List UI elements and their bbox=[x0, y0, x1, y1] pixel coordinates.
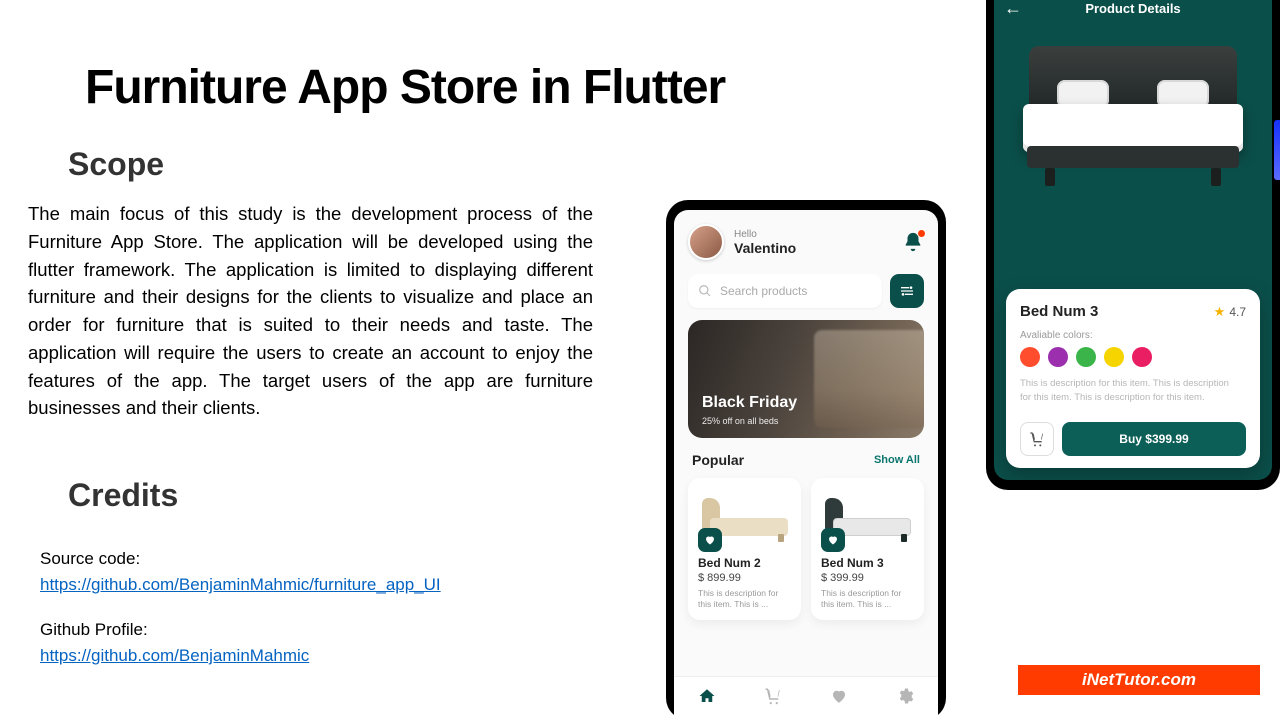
phone-mock-details: ← Product Details Bed Num 3 ★ 4.7 Avalia… bbox=[986, 0, 1280, 490]
filter-icon bbox=[899, 283, 915, 299]
rating-value: 4.7 bbox=[1229, 305, 1246, 319]
cart-icon bbox=[1029, 431, 1045, 447]
avatar[interactable] bbox=[688, 224, 724, 260]
scope-body: The main focus of this study is the deve… bbox=[28, 200, 593, 422]
edge-accent bbox=[1274, 120, 1280, 180]
github-profile-link[interactable]: https://github.com/BenjaminMahmic bbox=[40, 646, 309, 665]
details-sheet: Bed Num 3 ★ 4.7 Avaliable colors: This i… bbox=[1006, 289, 1260, 468]
color-swatch[interactable] bbox=[1132, 347, 1152, 367]
page-title: Furniture App Store in Flutter bbox=[85, 60, 725, 115]
star-icon: ★ bbox=[1214, 304, 1226, 320]
card-name: Bed Num 3 bbox=[821, 556, 914, 570]
nav-cart-icon[interactable] bbox=[764, 687, 782, 710]
color-swatch[interactable] bbox=[1020, 347, 1040, 367]
search-placeholder: Search products bbox=[720, 284, 807, 298]
product-name: Bed Num 3 bbox=[1020, 303, 1098, 320]
product-card[interactable]: Bed Num 2 $ 899.99 This is description f… bbox=[688, 478, 801, 620]
scope-heading: Scope bbox=[68, 146, 164, 183]
heart-icon bbox=[827, 534, 839, 546]
color-swatch[interactable] bbox=[1048, 347, 1068, 367]
color-swatch[interactable] bbox=[1104, 347, 1124, 367]
details-header: Product Details bbox=[1085, 1, 1180, 16]
banner-title: Black Friday bbox=[702, 394, 797, 412]
card-name: Bed Num 2 bbox=[698, 556, 791, 570]
nav-settings-icon[interactable] bbox=[896, 687, 914, 710]
search-icon bbox=[698, 284, 712, 298]
card-desc: This is description for this item. This … bbox=[698, 588, 791, 610]
favorite-button[interactable] bbox=[698, 528, 722, 552]
github-profile-label: Github Profile: bbox=[40, 620, 148, 639]
banner-subtitle: 25% off on all beds bbox=[702, 416, 778, 426]
greeting-name: Valentino bbox=[734, 240, 902, 256]
greeting-small: Hello bbox=[734, 229, 902, 240]
card-price: $ 399.99 bbox=[821, 572, 914, 584]
product-card[interactable]: Bed Num 3 $ 399.99 This is description f… bbox=[811, 478, 924, 620]
card-desc: This is description for this item. This … bbox=[821, 588, 914, 610]
promo-banner[interactable]: Black Friday 25% off on all beds bbox=[688, 320, 924, 438]
color-swatch[interactable] bbox=[1076, 347, 1096, 367]
buy-button[interactable]: Buy $399.99 bbox=[1062, 422, 1246, 456]
favorite-button[interactable] bbox=[821, 528, 845, 552]
add-to-cart-button[interactable] bbox=[1020, 422, 1054, 456]
show-all-link[interactable]: Show All bbox=[874, 454, 920, 466]
nav-heart-icon[interactable] bbox=[830, 687, 848, 710]
notification-bell-icon[interactable] bbox=[902, 231, 924, 253]
source-code-link[interactable]: https://github.com/BenjaminMahmic/furnit… bbox=[40, 575, 441, 594]
inettutor-badge: iNetTutor.com bbox=[1018, 665, 1260, 695]
source-code-label: Source code: bbox=[40, 549, 140, 568]
heart-icon bbox=[704, 534, 716, 546]
product-rating: ★ 4.7 bbox=[1214, 304, 1246, 320]
product-hero-image bbox=[994, 22, 1272, 210]
phone-mock-home: Hello Valentino Search products Black Fr… bbox=[666, 200, 946, 720]
available-colors-label: Avaliable colors: bbox=[1020, 330, 1246, 341]
notification-dot bbox=[917, 229, 926, 238]
nav-home-icon[interactable] bbox=[698, 687, 716, 710]
credits-heading: Credits bbox=[68, 477, 178, 514]
back-arrow-icon[interactable]: ← bbox=[1004, 0, 1022, 19]
search-input[interactable]: Search products bbox=[688, 274, 882, 308]
bottom-nav bbox=[674, 676, 938, 720]
product-description: This is description for this item. This … bbox=[1020, 377, 1240, 404]
credits-body: Source code: https://github.com/Benjamin… bbox=[40, 546, 441, 669]
card-price: $ 899.99 bbox=[698, 572, 791, 584]
popular-label: Popular bbox=[692, 452, 744, 468]
color-swatches bbox=[1020, 347, 1246, 367]
filter-button[interactable] bbox=[890, 274, 924, 308]
